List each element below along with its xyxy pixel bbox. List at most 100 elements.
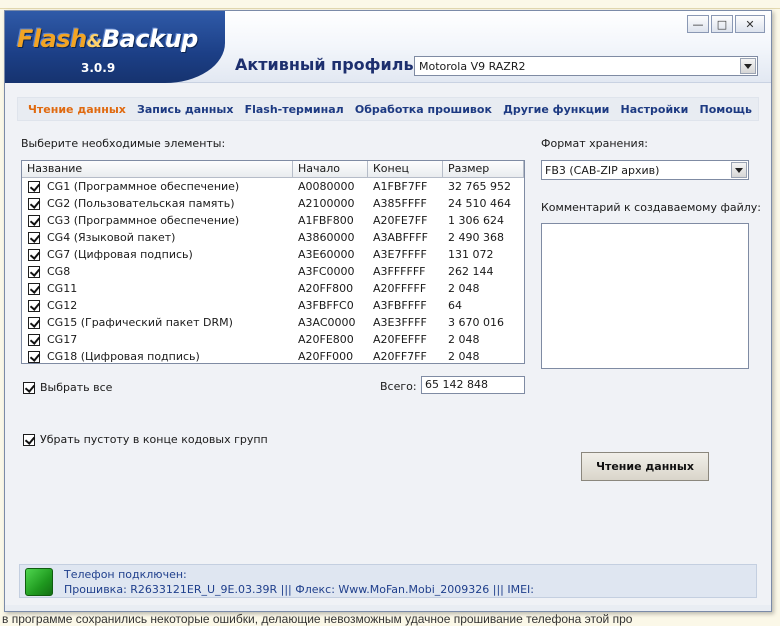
- row-size: 1 306 624: [448, 214, 504, 227]
- row-end: A20FE7FF: [373, 214, 428, 227]
- table-row[interactable]: CG3 (Программное обеспечение) A1FBF800 A20…: [22, 212, 524, 229]
- row-start: A1FBF800: [298, 214, 354, 227]
- row-name: CG12: [47, 299, 78, 312]
- profile-label: Активный профиль:: [235, 55, 420, 74]
- row-start: A3AC0000: [298, 316, 356, 329]
- row-checkbox[interactable]: [28, 282, 40, 295]
- row-end: A20FF7FF: [373, 350, 427, 363]
- window-bottom-edge: [5, 605, 771, 611]
- logo-amp: &: [86, 31, 103, 52]
- row-name: CG11: [47, 282, 78, 295]
- trim-empty-checkbox[interactable]: [23, 433, 35, 446]
- storage-format-select[interactable]: FB3 (CAB-ZIP архив): [541, 160, 749, 180]
- profile-select[interactable]: Motorola V9 RAZR2: [414, 56, 758, 76]
- row-end: A3ABFFFF: [373, 231, 428, 244]
- app-version: 3.0.9: [81, 61, 116, 75]
- read-data-button[interactable]: Чтение данных: [581, 452, 709, 481]
- select-all-label: Выбрать все: [40, 381, 113, 394]
- row-name: CG15 (Графический пакет DRM): [47, 316, 233, 329]
- row-name-cell: CG4 (Языковой пакет): [22, 229, 293, 246]
- code-groups-table: Название Начало Конец Размер CG1 (Програ…: [21, 160, 525, 364]
- row-checkbox[interactable]: [28, 299, 40, 312]
- maximize-button[interactable]: □: [711, 15, 733, 33]
- column-header-size[interactable]: Размер: [443, 161, 524, 177]
- table-row[interactable]: CG2 (Пользовательская память) A2100000 A38…: [22, 195, 524, 212]
- menu-item-help[interactable]: Помощь: [700, 103, 752, 116]
- table-row[interactable]: CG7 (Цифровая подпись) A3E60000 A3E7FFFF 13…: [22, 246, 524, 263]
- menu-item-flash-terminal[interactable]: Flash-терминал: [245, 103, 344, 116]
- logo-area: Flash&Backup 3.0.9: [5, 11, 225, 83]
- row-start: A20FE800: [298, 333, 354, 346]
- row-checkbox[interactable]: [28, 333, 40, 346]
- select-all-checkbox[interactable]: [23, 381, 35, 394]
- row-end: A20FFFFF: [373, 282, 427, 295]
- table-row[interactable]: CG4 (Языковой пакет) A3860000 A3ABFFFF 2 49…: [22, 229, 524, 246]
- table-body: CG1 (Программное обеспечение) A0080000 A1F…: [22, 178, 524, 363]
- column-header-end[interactable]: Конец: [368, 161, 443, 177]
- trim-empty-checkbox-row[interactable]: Убрать пустоту в конце кодовых групп: [23, 433, 268, 446]
- row-checkbox[interactable]: [28, 265, 40, 278]
- main-menu: Чтение данных Запись данных Flash-термин…: [17, 97, 759, 121]
- table-row[interactable]: CG18 (Цифровая подпись) A20FF000 A20FF7FF 2…: [22, 348, 524, 363]
- column-header-name[interactable]: Название: [22, 161, 293, 177]
- row-name-cell: CG17: [22, 331, 293, 348]
- row-end: A3FFFFFF: [373, 265, 426, 278]
- row-end: A385FFFF: [373, 197, 427, 210]
- total-size-field: 65 142 848: [421, 376, 525, 394]
- row-checkbox[interactable]: [28, 231, 40, 244]
- comment-textarea[interactable]: [541, 223, 749, 369]
- row-name-cell: CG3 (Программное обеспечение): [22, 212, 293, 229]
- row-checkbox[interactable]: [28, 214, 40, 227]
- row-checkbox[interactable]: [28, 180, 40, 193]
- row-start: A3FC0000: [298, 265, 355, 278]
- chevron-down-icon[interactable]: [740, 58, 756, 74]
- menu-item-read-data[interactable]: Чтение данных: [28, 103, 126, 116]
- row-checkbox[interactable]: [28, 350, 40, 363]
- row-name: CG18 (Цифровая подпись): [47, 350, 200, 363]
- connection-status-icon: [25, 568, 53, 596]
- table-row[interactable]: CG12 A3FBFFC0 A3FBFFFF 64: [22, 297, 524, 314]
- row-end: A3E7FFFF: [373, 248, 427, 261]
- row-size: 24 510 464: [448, 197, 511, 210]
- table-row[interactable]: CG17 A20FE800 A20FEFFF 2 048: [22, 331, 524, 348]
- status-bar: Телефон подключен: Прошивка: R2633121ER_…: [19, 564, 757, 598]
- table-row[interactable]: CG11 A20FF800 A20FFFFF 2 048: [22, 280, 524, 297]
- menu-item-settings[interactable]: Настройки: [621, 103, 689, 116]
- chevron-down-icon[interactable]: [731, 162, 747, 178]
- row-size: 64: [448, 299, 462, 312]
- menu-item-other-functions[interactable]: Другие функции: [503, 103, 609, 116]
- row-size: 131 072: [448, 248, 494, 261]
- row-checkbox[interactable]: [28, 248, 40, 261]
- close-button[interactable]: ✕: [735, 15, 765, 33]
- phone-connected-status: Телефон подключен:: [64, 568, 187, 581]
- row-checkbox[interactable]: [28, 197, 40, 210]
- table-row[interactable]: CG8 A3FC0000 A3FFFFFF 262 144: [22, 263, 524, 280]
- row-name-cell: CG1 (Программное обеспечение): [22, 178, 293, 195]
- trim-empty-label: Убрать пустоту в конце кодовых групп: [40, 433, 268, 446]
- window-header: Flash&Backup 3.0.9 — □ ✕ Активный профил…: [5, 11, 771, 83]
- column-header-start[interactable]: Начало: [293, 161, 368, 177]
- menu-item-firmware-processing[interactable]: Обработка прошивок: [355, 103, 492, 116]
- menu-item-write-data[interactable]: Запись данных: [137, 103, 233, 116]
- app-logo: Flash&Backup: [17, 25, 198, 53]
- comment-label: Комментарий к создаваемому файлу:: [541, 201, 761, 214]
- row-start: A3860000: [298, 231, 355, 244]
- row-end: A3FBFFFF: [373, 299, 427, 312]
- row-name: CG7 (Цифровая подпись): [47, 248, 193, 261]
- row-name-cell: CG11: [22, 280, 293, 297]
- row-name-cell: CG15 (Графический пакет DRM): [22, 314, 293, 331]
- minimize-button[interactable]: —: [687, 15, 709, 33]
- table-row[interactable]: CG15 (Графический пакет DRM) A3AC0000 A3E3…: [22, 314, 524, 331]
- row-size: 2 490 368: [448, 231, 504, 244]
- row-start: A3E60000: [298, 248, 355, 261]
- row-checkbox[interactable]: [28, 316, 40, 329]
- select-all-checkbox-row[interactable]: Выбрать все: [23, 381, 112, 394]
- table-header: Название Начало Конец Размер: [22, 161, 524, 178]
- background-text: в программе сохранились некоторые ошибки…: [2, 612, 633, 626]
- row-name: CG3 (Программное обеспечение): [47, 214, 240, 227]
- total-label: Всего:: [380, 380, 417, 393]
- row-name: CG1 (Программное обеспечение): [47, 180, 240, 193]
- table-row[interactable]: CG1 (Программное обеспечение) A0080000 A1F…: [22, 178, 524, 195]
- background-divider: [0, 8, 780, 9]
- row-name-cell: CG7 (Цифровая подпись): [22, 246, 293, 263]
